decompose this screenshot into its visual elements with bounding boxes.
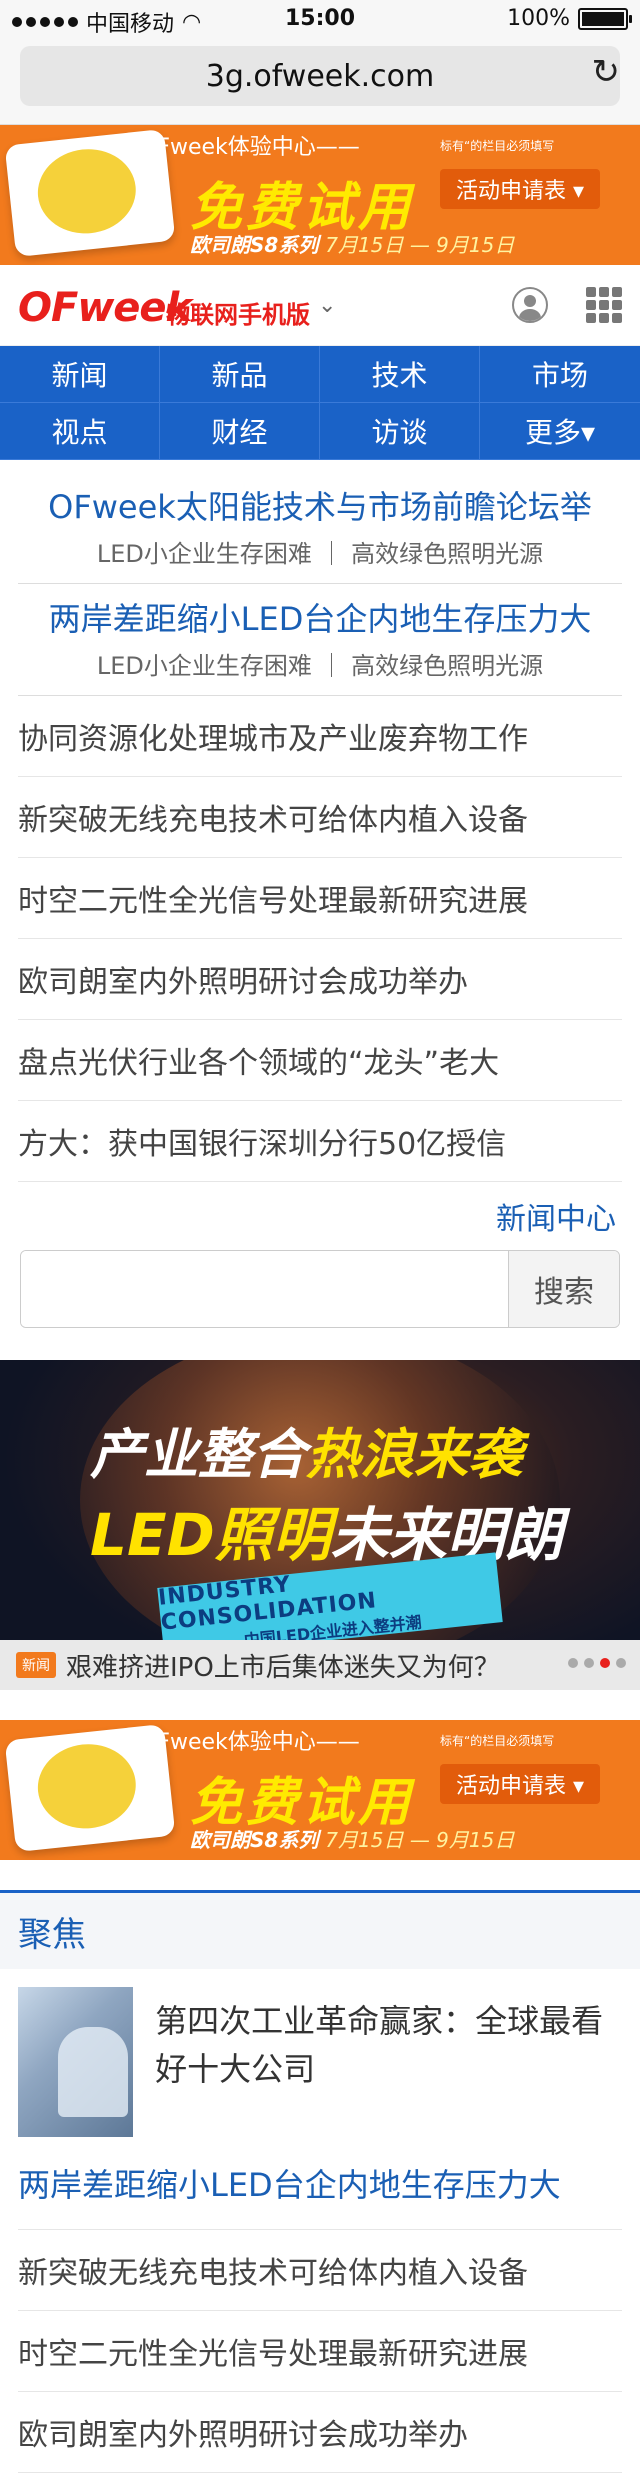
banner-series-name: 欧司朗S8系列 [190, 233, 319, 257]
headline-sub[interactable]: LED小企业生存困难 ｜ 高效绿色照明光源 [18, 534, 622, 584]
status-bar: 中国移动 ◠ 15:00 100% [0, 0, 640, 38]
focus-section-title: 聚焦 [0, 1890, 640, 1969]
banner-dates: 7月15日 — 9月15日 [325, 233, 515, 257]
chevron-down-icon[interactable]: ⌄ [318, 293, 336, 318]
grid-menu-icon[interactable] [586, 287, 622, 323]
status-right: 100% [507, 6, 632, 31]
news-list: 协同资源化处理城市及产业废弃物工作 新突破无线充电技术可给体内植入设备 时空二元… [0, 696, 640, 1182]
slider-caption-text[interactable]: 艰难挤进IPO上市后集体迷失又为何？ [66, 1647, 500, 1684]
battery-percent: 100% [507, 6, 570, 31]
banner-cta-button[interactable]: 活动申请表 ▾ [440, 1764, 600, 1804]
nav-item-products[interactable]: 新品 [160, 346, 320, 403]
image-slider[interactable]: 产业整合热浪来袭 LED照明未来明朗 INDUSTRY CONSOLIDATIO… [0, 1360, 640, 1690]
search-bar: 搜索 [20, 1250, 620, 1328]
headline-block: 两岸差距缩小LED台企内地生存压力大 LED小企业生存困难 ｜ 高效绿色照明光源 [0, 584, 640, 696]
list-item[interactable]: 方大：获中国银行深圳分行50亿授信 [18, 1101, 622, 1182]
news-tag-badge: 新闻 [16, 1652, 56, 1678]
slider-line1: 产业整合热浪来袭 [90, 1410, 522, 1489]
list-item[interactable]: 新突破无线充电技术可给体内植入设备 [18, 2230, 622, 2311]
banner-series-name: 欧司朗S8系列 [190, 1828, 319, 1852]
headline-sub[interactable]: LED小企业生存困难 ｜ 高效绿色照明光源 [18, 646, 622, 696]
nav-item-more[interactable]: 更多▾ [480, 403, 640, 460]
banner-dates: 7月15日 — 9月15日 [325, 1828, 515, 1852]
news-center-link[interactable]: 新闻中心 [0, 1182, 640, 1238]
feature-title[interactable]: 第四次工业革命赢家：全球最看好十大公司 [155, 1997, 622, 2137]
nav-item-market[interactable]: 市场 [480, 346, 640, 403]
banner-series: 欧司朗S8系列 7月15日 — 9月15日 [190, 1824, 514, 1853]
reload-icon[interactable]: ↻ [592, 52, 621, 92]
promo-banner-2[interactable]: OFweek体验中心—— 免费试用 欧司朗S8系列 7月15日 — 9月15日 … [0, 1720, 640, 1860]
headline-block: OFweek太阳能技术与市场前瞻论坛举 LED小企业生存困难 ｜ 高效绿色照明光… [0, 460, 640, 584]
banner-line1: OFweek体验中心—— [140, 1730, 360, 1755]
site-subtitle[interactable]: 物联网手机版 [166, 295, 310, 330]
list-item[interactable]: 协同资源化处理城市及产业废弃物工作 [18, 696, 622, 777]
slider-caption[interactable]: 新闻 艰难挤进IPO上市后集体迷失又为何？ [0, 1640, 640, 1690]
headline-title[interactable]: OFweek太阳能技术与市场前瞻论坛举 [0, 482, 640, 528]
nav-item-interview[interactable]: 访谈 [320, 403, 480, 460]
slider-indicators[interactable] [568, 1658, 626, 1668]
focus-item-highlight[interactable]: 两岸差距缩小LED台企内地生存压力大 [18, 2137, 622, 2230]
list-item[interactable]: 欧司朗室内外照明研讨会成功举办 [18, 2392, 622, 2473]
banner-line1: OFweek体验中心—— [140, 135, 360, 160]
feature-thumbnail[interactable] [18, 1987, 134, 2137]
nav-item-tech[interactable]: 技术 [320, 346, 480, 403]
list-item[interactable]: 盘点光伏行业各个领域的“龙头”老大 [18, 1020, 622, 1101]
banner-note: 标有“的栏目必须填写 [440, 1734, 555, 1748]
nav-item-finance[interactable]: 财经 [160, 403, 320, 460]
banner-note: 标有“的栏目必须填写 [440, 139, 555, 153]
list-item[interactable]: 时空二元性全光信号处理最新研究进展 [18, 2311, 622, 2392]
slider-line2a: LED照明 [90, 1501, 331, 1569]
url-field[interactable]: 3g.ofweek.com [20, 46, 620, 106]
focus-list: 新突破无线充电技术可给体内植入设备 时空二元性全光信号处理最新研究进展 欧司朗室… [0, 2230, 640, 2473]
headline-title[interactable]: 两岸差距缩小LED台企内地生存压力大 [0, 594, 640, 640]
feature-article[interactable]: 第四次工业革命赢家：全球最看好十大公司 [18, 1987, 622, 2137]
main-nav: 新闻 新品 技术 市场 视点 财经 访谈 更多▾ [0, 346, 640, 460]
search-button[interactable]: 搜索 [508, 1251, 619, 1327]
banner-cta-button[interactable]: 活动申请表 ▾ [440, 169, 600, 209]
list-item[interactable]: 新突破无线充电技术可给体内植入设备 [18, 777, 622, 858]
nav-item-news[interactable]: 新闻 [0, 346, 160, 403]
site-header: OFweek 物联网手机版 ⌄ [0, 265, 640, 346]
nav-item-viewpoint[interactable]: 视点 [0, 403, 160, 460]
slider-line1a: 产业整合 [90, 1423, 306, 1486]
slider-line1b: 热浪来袭 [306, 1423, 522, 1486]
battery-icon [578, 7, 632, 30]
banner-series: 欧司朗S8系列 7月15日 — 9月15日 [190, 229, 514, 258]
promo-banner[interactable]: OFweek体验中心—— 免费试用 欧司朗S8系列 7月15日 — 9月15日 … [0, 125, 640, 265]
list-item[interactable]: 时空二元性全光信号处理最新研究进展 [18, 858, 622, 939]
list-item[interactable]: 欧司朗室内外照明研讨会成功举办 [18, 939, 622, 1020]
user-icon[interactable] [512, 287, 548, 323]
search-input[interactable] [21, 1251, 508, 1327]
browser-address-bar: 3g.ofweek.com ↻ [0, 38, 640, 125]
